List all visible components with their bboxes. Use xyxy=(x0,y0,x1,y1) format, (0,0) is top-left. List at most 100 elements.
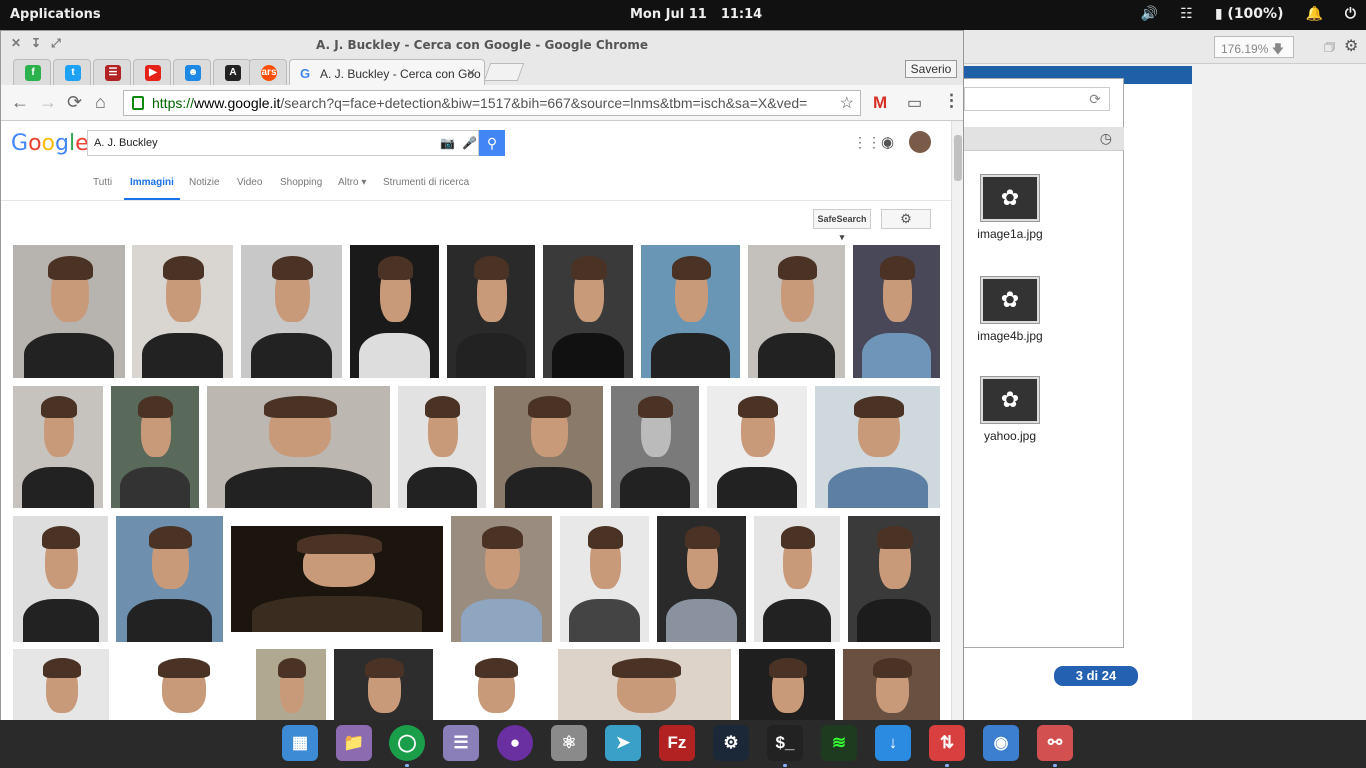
dock-media-player-icon[interactable]: ● xyxy=(497,725,533,761)
image-result[interactable] xyxy=(739,649,835,721)
tab-pinned-5[interactable]: ☻ xyxy=(173,59,211,85)
image-result[interactable] xyxy=(754,516,840,642)
image-result[interactable] xyxy=(707,386,807,508)
file-item[interactable]: ✿ yahoo.jpg xyxy=(970,376,1050,443)
dock-text-editor-icon[interactable]: ☰ xyxy=(443,725,479,761)
clock[interactable]: Mon Jul 11 11:14 xyxy=(630,7,776,22)
image-result[interactable] xyxy=(132,245,233,378)
file-item[interactable]: ✿ image4b.jpg xyxy=(970,276,1050,343)
tab-pinned-3[interactable]: ☰ xyxy=(93,59,131,85)
search-input[interactable]: A. J. Buckley 📷 🎤 xyxy=(87,130,479,156)
zoom-field[interactable]: 176.19% 🡇 xyxy=(1214,36,1294,58)
active-tab[interactable]: G A. J. Buckley - Cerca con Goo ✕ xyxy=(289,59,485,85)
menu-kebab-icon[interactable]: ⋮ xyxy=(943,91,960,111)
volume-icon[interactable]: 🔊 xyxy=(1141,6,1158,22)
image-result[interactable] xyxy=(558,649,731,721)
document-icon[interactable]: 🗇 xyxy=(1324,38,1335,59)
image-result[interactable] xyxy=(116,516,223,642)
image-result[interactable] xyxy=(398,386,486,508)
notifications-icon[interactable]: 🔔 xyxy=(1305,6,1322,22)
image-result[interactable] xyxy=(13,245,125,378)
image-result[interactable] xyxy=(241,245,342,378)
address-bar[interactable]: https://www.google.it/search?q=face+dete… xyxy=(123,90,861,116)
tab-video[interactable]: Video xyxy=(237,177,262,188)
dock-updates-icon[interactable]: ⇅ xyxy=(929,725,965,761)
close-tab-icon[interactable]: ✕ xyxy=(466,66,476,80)
image-result[interactable] xyxy=(207,386,390,508)
image-result[interactable] xyxy=(256,649,326,721)
network-icon[interactable]: ☷ xyxy=(1180,6,1193,22)
image-result[interactable] xyxy=(334,649,433,721)
dock-files-icon[interactable]: 📁 xyxy=(336,725,372,761)
settings-icon[interactable]: ⚙ xyxy=(1344,36,1358,56)
scrollbar-thumb[interactable] xyxy=(954,135,962,181)
image-result[interactable] xyxy=(13,516,108,642)
image-result[interactable] xyxy=(853,245,940,378)
power-icon[interactable]: ⏻ xyxy=(1345,6,1356,22)
image-result[interactable] xyxy=(451,516,552,642)
cast-icon[interactable]: ▭ xyxy=(907,93,922,113)
image-result[interactable] xyxy=(543,245,633,378)
image-result[interactable] xyxy=(843,649,940,721)
image-result[interactable] xyxy=(111,386,199,508)
tab-pinned-6[interactable]: A xyxy=(213,59,251,85)
google-logo[interactable]: Google xyxy=(11,131,89,156)
image-result[interactable] xyxy=(748,245,845,378)
image-result[interactable] xyxy=(350,245,439,378)
file-path-field[interactable]: ⟳ xyxy=(964,87,1110,111)
dock-filezilla-icon[interactable]: Fz xyxy=(659,725,695,761)
dock-chrome-icon[interactable]: ◯ xyxy=(389,725,425,761)
image-result[interactable] xyxy=(231,526,443,632)
microphone-icon[interactable]: 🎤 xyxy=(462,136,477,150)
refresh-icon[interactable]: ⟳ xyxy=(1089,91,1101,108)
dock-multitasking-icon[interactable]: ▦ xyxy=(282,725,318,761)
image-result[interactable] xyxy=(441,649,550,721)
camera-icon[interactable]: 📷 xyxy=(440,136,455,150)
image-result[interactable] xyxy=(848,516,940,642)
dock-app-icon[interactable]: ➤ xyxy=(605,725,641,761)
tab-images[interactable]: Immagini xyxy=(124,177,180,200)
notifications-circle-icon[interactable]: ◉ xyxy=(881,133,894,151)
image-result[interactable] xyxy=(657,516,746,642)
profile-button[interactable]: Saverio xyxy=(905,60,957,78)
search-button[interactable]: ⚲ xyxy=(479,130,505,156)
tab-news[interactable]: Notizie xyxy=(189,177,220,188)
tab-more[interactable]: Altro ▾ xyxy=(338,177,366,188)
vertical-scrollbar[interactable] xyxy=(951,121,963,721)
tab-search-tools[interactable]: Strumenti di ricerca xyxy=(383,177,469,188)
home-icon[interactable]: ⌂ xyxy=(95,92,106,113)
battery-indicator[interactable]: ▮ (100%) xyxy=(1215,6,1284,22)
dock-settings-toggle-icon[interactable]: ◉ xyxy=(983,725,1019,761)
tab-ars[interactable]: ars xyxy=(249,59,287,85)
back-icon[interactable]: ← xyxy=(11,92,29,113)
new-tab-button[interactable] xyxy=(483,63,525,81)
image-result[interactable] xyxy=(13,649,109,721)
forward-icon[interactable]: → xyxy=(39,92,57,113)
dock-glasses-icon[interactable]: ⚯ xyxy=(1037,725,1073,761)
bookmark-star-icon[interactable]: ☆ xyxy=(840,93,854,113)
image-result[interactable] xyxy=(117,649,248,721)
tab-youtube[interactable]: ▶ xyxy=(133,59,171,85)
dock-terminal-icon[interactable]: $_ xyxy=(767,725,803,761)
applications-menu[interactable]: Applications xyxy=(10,7,101,22)
reload-icon[interactable]: ⟳ xyxy=(67,92,82,113)
dock-steam-icon[interactable]: ⚙ xyxy=(713,725,749,761)
dock-atom-icon[interactable]: ⚛ xyxy=(551,725,587,761)
tab-twitter[interactable]: t xyxy=(53,59,91,85)
image-result[interactable] xyxy=(641,245,740,378)
image-result[interactable] xyxy=(815,386,940,508)
avatar[interactable] xyxy=(909,131,931,153)
tab-all[interactable]: Tutti xyxy=(93,177,112,188)
tab-shopping[interactable]: Shopping xyxy=(280,177,322,188)
dock-download-icon[interactable]: ↓ xyxy=(875,725,911,761)
image-result[interactable] xyxy=(611,386,699,508)
image-result[interactable] xyxy=(13,386,103,508)
dock-system-monitor-icon[interactable]: ≋ xyxy=(821,725,857,761)
image-result[interactable] xyxy=(560,516,649,642)
history-icon[interactable]: ◷ xyxy=(1100,130,1112,147)
image-result[interactable] xyxy=(447,245,535,378)
gmail-extension-icon[interactable]: M xyxy=(873,93,887,113)
file-item[interactable]: ✿ image1a.jpg xyxy=(970,174,1050,241)
tab-feedly[interactable]: f xyxy=(13,59,51,85)
image-result[interactable] xyxy=(494,386,603,508)
